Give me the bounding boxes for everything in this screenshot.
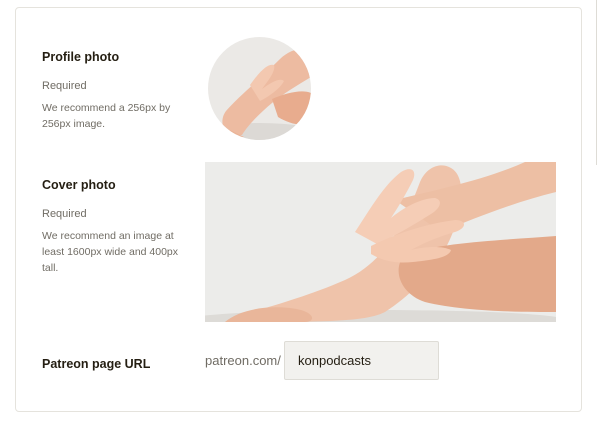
profile-photo-image[interactable] [208,37,311,140]
profile-photo-label-block: Profile photo Required We recommend a 25… [42,50,192,132]
cover-photo-title: Cover photo [42,178,116,192]
profile-photo-title: Profile photo [42,50,120,64]
cover-photo-image[interactable] [205,162,556,322]
cover-photo-help: We recommend an image at least 1600px wi… [42,230,179,274]
page-url-input[interactable] [284,341,439,380]
legs-cover-image [205,162,556,322]
cover-photo-required: Required [42,208,87,220]
cover-photo-label-block: Cover photo Required We recommend an ima… [42,178,194,276]
url-label-block: Patreon page URL [42,357,192,371]
profile-photo-help: We recommend a 256px by 256px image. [42,102,171,130]
url-prefix: patreon.com/ [205,353,281,368]
page-url-title: Patreon page URL [42,357,151,371]
profile-photo-required: Required [42,80,87,92]
legs-image [208,37,311,140]
